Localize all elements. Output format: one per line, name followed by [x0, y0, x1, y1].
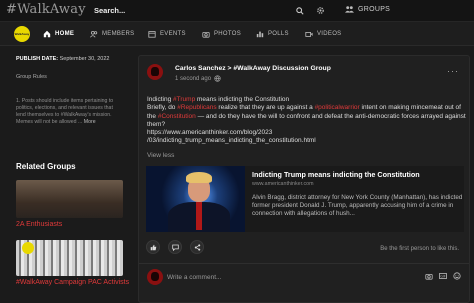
site-logo[interactable]: #WalkAway	[6, 2, 86, 17]
avatar	[147, 269, 163, 285]
comment-tools: GIF	[425, 272, 461, 280]
divider	[139, 263, 469, 264]
rule-body: 1. Posts should include items pertaining…	[16, 98, 114, 125]
walkaway-badge-icon	[22, 242, 34, 254]
home-icon	[43, 30, 51, 38]
post-text: Indicting	[147, 96, 174, 103]
gear-icon[interactable]	[316, 6, 325, 15]
link-preview-image[interactable]	[146, 166, 245, 232]
view-less-link[interactable]: View less	[147, 152, 174, 159]
reaction-bar	[146, 240, 204, 254]
groups-icon	[345, 6, 354, 13]
thumbs-up-icon	[150, 244, 156, 250]
comment-icon	[171, 244, 179, 251]
related-group-name[interactable]: #WalkAway Campaign PAC Activists	[16, 279, 129, 287]
bar-chart-icon	[256, 31, 264, 38]
members-icon	[90, 30, 98, 38]
emoji-icon[interactable]	[453, 272, 461, 280]
post-header: Carlos Sanchez > #WalkAway Discussion Gr…	[175, 65, 331, 72]
tab-events-label: EVENTS	[160, 31, 186, 37]
globe-icon	[214, 75, 221, 82]
tab-members-label: MEMBERS	[102, 31, 135, 37]
link-preview-title[interactable]: Indicting Trump means indicting the Cons…	[252, 170, 420, 179]
tab-photos[interactable]: PHOTOS	[202, 30, 241, 38]
post-author[interactable]: Carlos Sanchez	[175, 65, 226, 72]
video-icon	[305, 32, 313, 37]
related-group-image[interactable]	[16, 240, 123, 276]
camera-icon	[202, 31, 210, 38]
publish-date-value: September 30, 2022	[59, 56, 110, 62]
publish-date: PUBLISH DATE: September 30, 2022	[16, 56, 109, 62]
search-input[interactable]: Search...	[94, 6, 125, 15]
link-preview[interactable]: Indicting Trump means indicting the Cons…	[146, 166, 464, 232]
top-bar: #WalkAway Search... GROUPS	[0, 0, 474, 22]
related-group-name[interactable]: 2A Enthusiasts	[16, 221, 62, 229]
link-preview-description: Alvin Bragg, district attorney for New Y…	[252, 194, 463, 217]
rule-more-link[interactable]: More	[84, 119, 96, 125]
tab-events[interactable]: EVENTS	[148, 30, 186, 38]
breadcrumb-separator: >	[227, 65, 232, 72]
groups-label: GROUPS	[358, 5, 391, 13]
tab-photos-label: PHOTOS	[214, 31, 242, 37]
gif-icon[interactable]: GIF	[439, 272, 447, 280]
likes-summary: Be the first person to like this.	[380, 246, 459, 252]
comment-button[interactable]	[168, 240, 182, 254]
calendar-icon	[148, 31, 156, 38]
tab-home[interactable]: HOME	[43, 30, 74, 38]
post-text: Briefly, do	[147, 104, 178, 112]
post-time-text[interactable]: 1 second ago	[175, 76, 211, 82]
related-group-image[interactable]	[16, 180, 123, 218]
post-group[interactable]: #WalkAway Discussion Group	[233, 65, 330, 72]
post-text: /03/indicting_trump_means_indicting_the_…	[147, 137, 316, 145]
svg-text:GIF: GIF	[440, 274, 445, 278]
share-icon	[194, 243, 200, 251]
tab-members[interactable]: MEMBERS	[90, 30, 134, 38]
hashtag-link[interactable]: #Trump	[173, 96, 195, 103]
link-preview-domain: www.americanthinker.com	[252, 181, 314, 187]
search-icon[interactable]	[296, 7, 304, 15]
post-text: means indicting the Constitution	[195, 96, 290, 103]
avatar[interactable]	[147, 64, 163, 80]
tab-polls-label: POLLS	[268, 31, 289, 37]
groups-link[interactable]: GROUPS	[345, 5, 390, 13]
group-rules-title: Group Rules	[16, 74, 47, 80]
post-card: Carlos Sanchez > #WalkAway Discussion Gr…	[138, 55, 470, 303]
tab-home-label: HOME	[55, 31, 75, 37]
comment-input[interactable]	[167, 270, 415, 284]
like-button[interactable]	[146, 240, 160, 254]
hashtag-link[interactable]: #Constitution	[158, 113, 196, 120]
share-button[interactable]	[190, 240, 204, 254]
hashtag-link[interactable]: #politicalwarrior	[315, 104, 360, 111]
tab-polls[interactable]: POLLS	[256, 30, 289, 38]
hashtag-link[interactable]: #Republicans	[177, 104, 216, 111]
post-text: realize that they are up against a	[216, 104, 315, 112]
tab-videos[interactable]: VIDEOS	[305, 30, 341, 38]
related-groups-title: Related Groups	[16, 162, 76, 171]
group-rules-text: 1. Posts should include items pertaining…	[16, 98, 116, 126]
post-text: https://www.americanthinker.com/blog/202…	[147, 129, 273, 137]
post-options-icon[interactable]: ···	[447, 66, 459, 76]
post-timestamp: 1 second ago	[175, 75, 221, 82]
group-avatar[interactable]: WalkAway	[14, 26, 30, 42]
tab-videos-label: VIDEOS	[317, 31, 342, 37]
publish-date-label: PUBLISH DATE:	[16, 56, 59, 62]
search-box[interactable]: Search...	[90, 4, 308, 18]
group-nav: WalkAway HOME MEMBERS EVENTS PHOTOS POLL…	[0, 22, 474, 46]
post-body: Indicting #Trump means indicting the Con…	[147, 96, 467, 146]
camera-icon[interactable]	[425, 272, 433, 280]
